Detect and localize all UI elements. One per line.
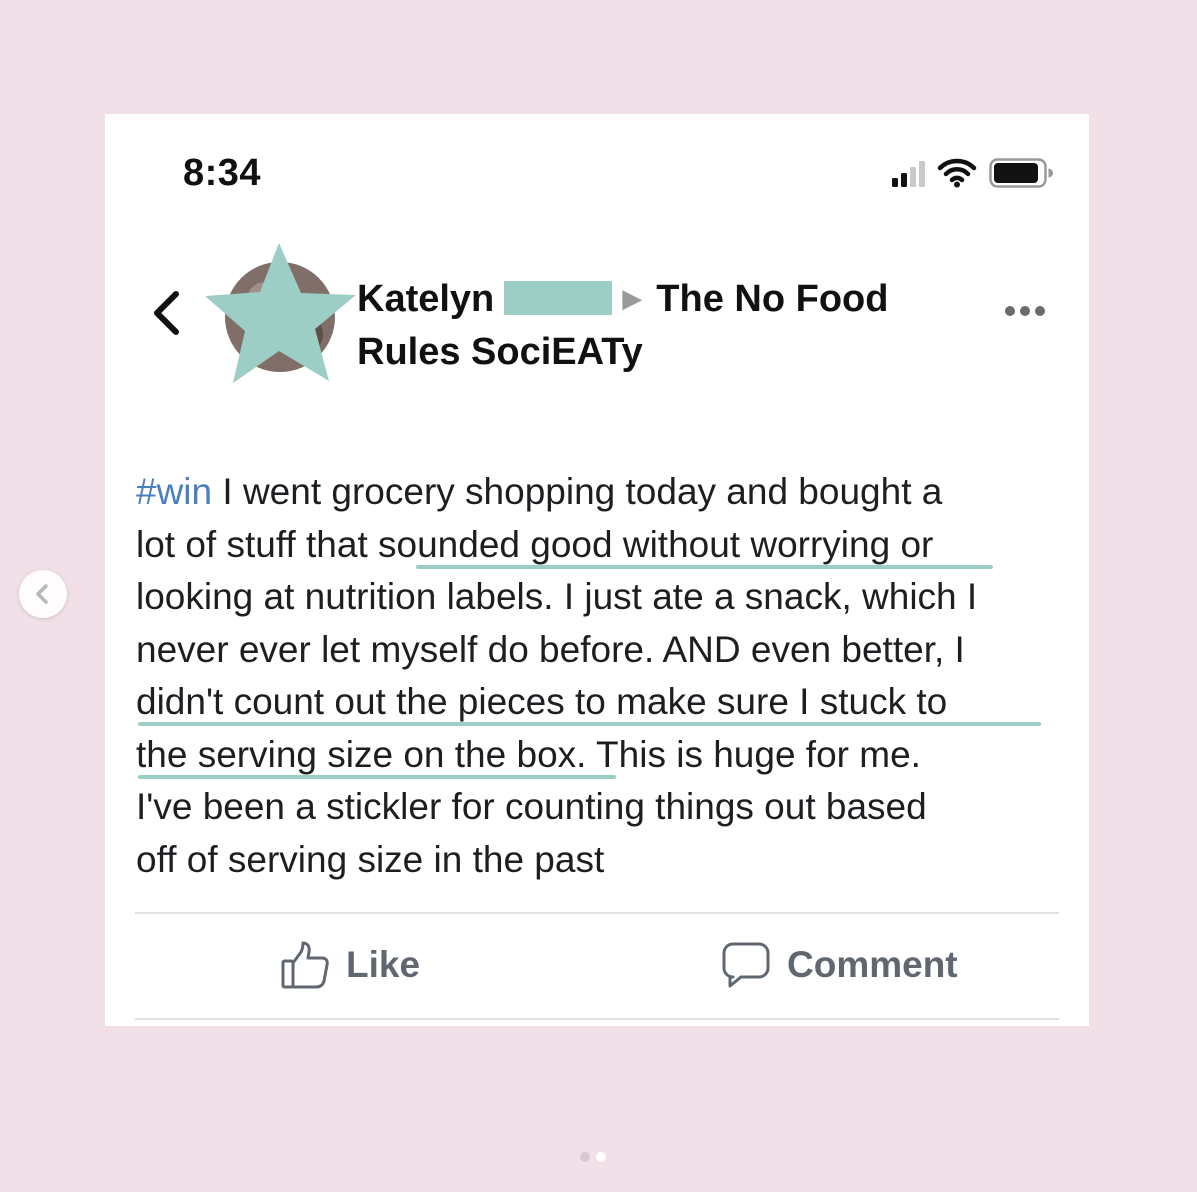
post-line: the serving size on the box. This is hug… bbox=[136, 729, 1076, 782]
post-line: I've been a stickler for counting things… bbox=[136, 786, 927, 827]
comment-label: Comment bbox=[787, 944, 958, 985]
redacted-avatar-star-icon bbox=[205, 243, 356, 383]
page-dot[interactable] bbox=[580, 1152, 590, 1162]
carousel-prev-button[interactable] bbox=[19, 570, 67, 618]
battery-icon bbox=[989, 158, 1053, 188]
back-button[interactable] bbox=[145, 288, 185, 338]
more-options-icon bbox=[1005, 306, 1015, 316]
status-icons bbox=[892, 158, 1053, 188]
highlight-underline bbox=[138, 774, 616, 779]
post-line: looking at nutrition labels. I just ate … bbox=[136, 576, 978, 617]
thumbs-up-icon bbox=[281, 941, 329, 989]
post-line: lot of stuff that sounded good without w… bbox=[136, 519, 1076, 572]
more-options-button[interactable] bbox=[1005, 306, 1045, 316]
post-line: didn't count out the pieces to make sure… bbox=[136, 676, 1076, 729]
hashtag-link[interactable]: #win bbox=[136, 471, 212, 512]
comment-button[interactable]: Comment bbox=[721, 940, 958, 990]
chevron-left-icon bbox=[154, 291, 179, 335]
comment-icon bbox=[722, 942, 770, 988]
cellular-signal-icon bbox=[892, 159, 925, 187]
page-dot-active[interactable] bbox=[596, 1152, 606, 1162]
avatar[interactable] bbox=[205, 242, 357, 384]
redacted-surname bbox=[504, 281, 613, 315]
post-header-text: Katelyn ▶ The No Food Rules SociEATy bbox=[357, 272, 977, 379]
divider bbox=[135, 912, 1059, 914]
arrow-right-icon: ▶ bbox=[622, 283, 643, 313]
screenshot-card: 8:34 Katelyn ▶ The No Food Rules SociEAT… bbox=[105, 114, 1089, 1026]
divider bbox=[135, 1018, 1059, 1020]
post-line: #win I went grocery shopping today and b… bbox=[136, 471, 943, 512]
highlight-underline bbox=[416, 564, 993, 569]
author-name[interactable]: Katelyn bbox=[357, 278, 494, 320]
highlight-underline bbox=[138, 722, 1041, 726]
group-name-line2[interactable]: Rules SociEATy bbox=[357, 331, 643, 373]
group-name-line1[interactable]: The No Food bbox=[656, 278, 888, 320]
wifi-icon bbox=[937, 158, 977, 188]
carousel-prev-icon bbox=[36, 584, 48, 604]
carousel-page-indicator bbox=[580, 1152, 606, 1162]
like-label: Like bbox=[346, 944, 421, 985]
like-button[interactable]: Like bbox=[280, 940, 420, 990]
post-line: never ever let myself do before. AND eve… bbox=[136, 628, 965, 670]
post-body: #win I went grocery shopping today and b… bbox=[136, 466, 1076, 886]
post-line: off of serving size in the past bbox=[136, 838, 605, 880]
status-time: 8:34 bbox=[183, 152, 262, 194]
